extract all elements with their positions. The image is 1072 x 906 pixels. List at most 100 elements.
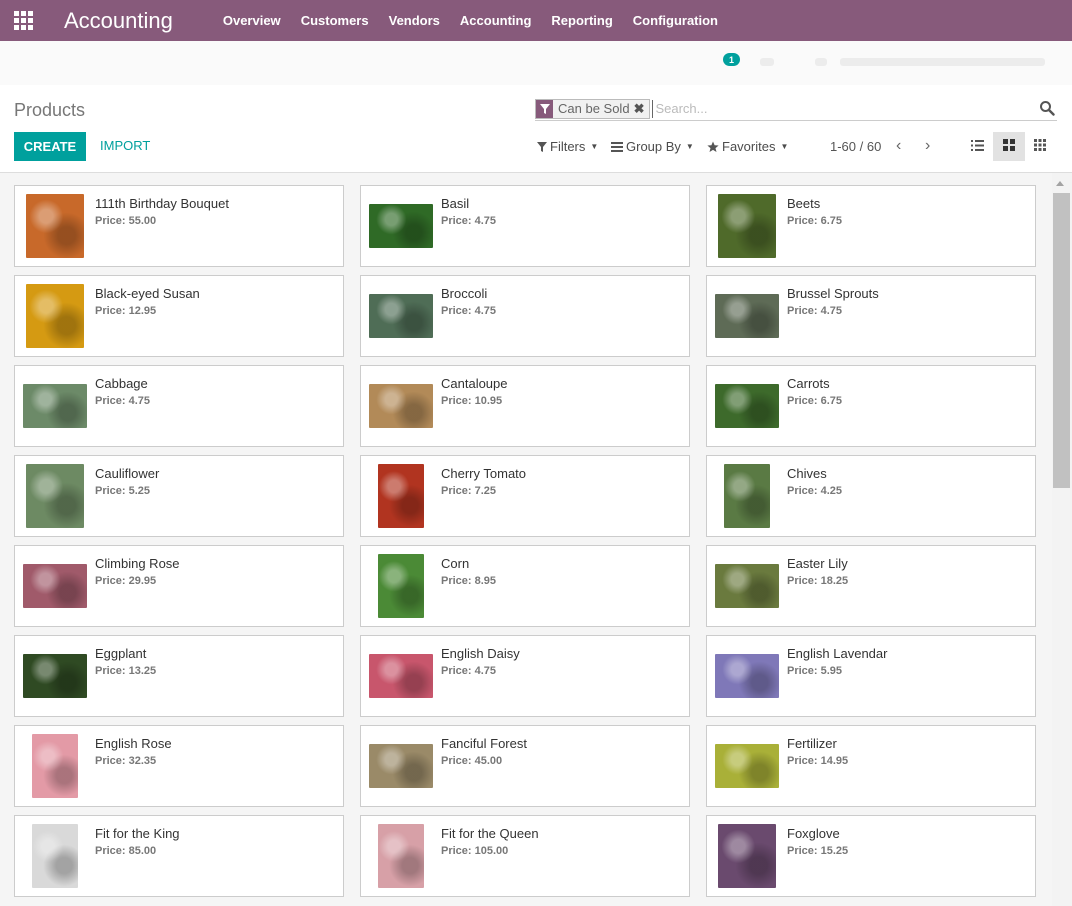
kanban-icon [1003, 139, 1015, 154]
product-name: Beets [787, 196, 821, 211]
product-name: English Rose [95, 736, 172, 751]
search-facet: Can be Sold ✖ [535, 98, 651, 119]
search-input[interactable] [652, 99, 1039, 118]
app-brand[interactable]: Accounting [64, 8, 173, 34]
product-card[interactable]: Cauliflower Price: 5.25 [14, 455, 344, 537]
product-name: Carrots [787, 376, 830, 391]
product-card[interactable]: Fanciful Forest Price: 45.00 [360, 725, 690, 807]
product-image [369, 644, 433, 708]
product-card[interactable]: Brussel Sprouts Price: 4.75 [706, 275, 1036, 357]
product-name: Foxglove [787, 826, 840, 841]
product-price: Price: 85.00 [95, 845, 157, 857]
product-photo [26, 464, 84, 528]
menu-item-accounting[interactable]: Accounting [460, 13, 532, 28]
pager-previous-icon[interactable]: ‹ [896, 137, 901, 155]
product-price: Price: 12.95 [95, 305, 157, 317]
notification-badge[interactable]: 1 [723, 53, 740, 66]
product-name: Fanciful Forest [441, 736, 527, 751]
grid-icon [1034, 139, 1046, 154]
create-button[interactable]: CREATE [14, 132, 86, 161]
product-card[interactable]: Corn Price: 8.95 [360, 545, 690, 627]
product-photo [26, 284, 84, 348]
product-name: Corn [441, 556, 470, 571]
product-name: Brussel Sprouts [787, 286, 879, 301]
menu-item-vendors[interactable]: Vendors [389, 13, 440, 28]
product-card[interactable]: Fit for the King Price: 85.00 [14, 815, 344, 897]
product-card[interactable]: Chives Price: 4.25 [706, 455, 1036, 537]
main-menu: Overview Customers Vendors Accounting Re… [223, 13, 738, 28]
scroll-up-icon[interactable] [1056, 181, 1064, 186]
product-card[interactable]: 111th Birthday Bouquet Price: 55.00 [14, 185, 344, 267]
user-menu[interactable] [840, 58, 1045, 66]
menu-item-reporting[interactable]: Reporting [551, 13, 612, 28]
product-price: Price: 4.75 [441, 215, 497, 227]
menu-item-customers[interactable]: Customers [301, 13, 369, 28]
product-card[interactable]: English Rose Price: 32.35 [14, 725, 344, 807]
star-icon [707, 141, 719, 153]
product-card[interactable]: Easter Lily Price: 18.25 [706, 545, 1036, 627]
product-photo [724, 464, 770, 528]
product-image [23, 644, 87, 708]
product-card[interactable]: Eggplant Price: 13.25 [14, 635, 344, 717]
apps-menu-icon[interactable] [0, 0, 46, 41]
product-card[interactable]: Broccoli Price: 4.75 [360, 275, 690, 357]
product-card[interactable]: Cherry Tomato Price: 7.25 [360, 455, 690, 537]
list-icon [970, 139, 984, 154]
product-photo [378, 824, 424, 888]
product-card[interactable]: Basil Price: 4.75 [360, 185, 690, 267]
facet-remove-icon[interactable]: ✖ [634, 101, 650, 117]
product-image [715, 644, 779, 708]
product-card[interactable]: Black-eyed Susan Price: 12.95 [14, 275, 344, 357]
product-card[interactable]: Carrots Price: 6.75 [706, 365, 1036, 447]
product-card[interactable]: Climbing Rose Price: 29.95 [14, 545, 344, 627]
product-price: Price: 7.25 [441, 485, 497, 497]
product-card[interactable]: Fertilizer Price: 14.95 [706, 725, 1036, 807]
product-card[interactable]: English Daisy Price: 4.75 [360, 635, 690, 717]
product-name: 111th Birthday Bouquet [95, 196, 229, 211]
search-icon[interactable] [1039, 100, 1057, 118]
product-photo [715, 654, 779, 698]
filter-icon [536, 99, 553, 118]
product-price: Price: 45.00 [441, 755, 503, 767]
filters-dropdown[interactable]: Filters ▼ [537, 139, 598, 154]
product-image [23, 734, 87, 798]
activity-icon[interactable] [760, 58, 774, 66]
product-card[interactable]: Cabbage Price: 4.75 [14, 365, 344, 447]
product-photo [718, 194, 776, 258]
product-image [23, 554, 87, 618]
product-price: Price: 8.95 [441, 575, 497, 587]
menu-item-overview[interactable]: Overview [223, 13, 281, 28]
product-card[interactable]: Beets Price: 6.75 [706, 185, 1036, 267]
kanban-view-button[interactable] [993, 132, 1025, 161]
product-image [23, 374, 87, 438]
product-image [23, 824, 87, 888]
product-card[interactable]: Cantaloupe Price: 10.95 [360, 365, 690, 447]
group-by-dropdown[interactable]: Group By ▼ [611, 139, 694, 154]
product-photo [23, 384, 87, 428]
product-image [23, 194, 87, 258]
pager-value[interactable]: 1-60 / 60 [830, 139, 881, 154]
list-view-button[interactable] [961, 132, 993, 161]
product-name: Fertilizer [787, 736, 837, 751]
caret-down-icon: ▼ [780, 142, 789, 151]
product-price: Price: 29.95 [95, 575, 157, 587]
product-photo [23, 654, 87, 698]
page-title: Products [14, 100, 86, 120]
product-card[interactable]: English Lavendar Price: 5.95 [706, 635, 1036, 717]
product-name: English Lavendar [787, 646, 888, 661]
product-card[interactable]: Fit for the Queen Price: 105.00 [360, 815, 690, 897]
grid-view-button[interactable] [1024, 132, 1056, 161]
import-button[interactable]: IMPORT [100, 138, 150, 153]
product-image [715, 554, 779, 618]
scrollbar-thumb[interactable] [1053, 193, 1070, 488]
search-bar: Can be Sold ✖ [535, 97, 1057, 121]
product-image [23, 464, 87, 528]
menu-item-configuration[interactable]: Configuration [633, 13, 718, 28]
pager-next-icon[interactable]: › [925, 137, 930, 155]
product-price: Price: 18.25 [787, 575, 849, 587]
facet-label: Can be Sold [558, 101, 630, 116]
avatar[interactable] [815, 58, 827, 66]
favorites-dropdown[interactable]: Favorites ▼ [707, 139, 788, 154]
product-image [369, 734, 433, 798]
product-card[interactable]: Foxglove Price: 15.25 [706, 815, 1036, 897]
